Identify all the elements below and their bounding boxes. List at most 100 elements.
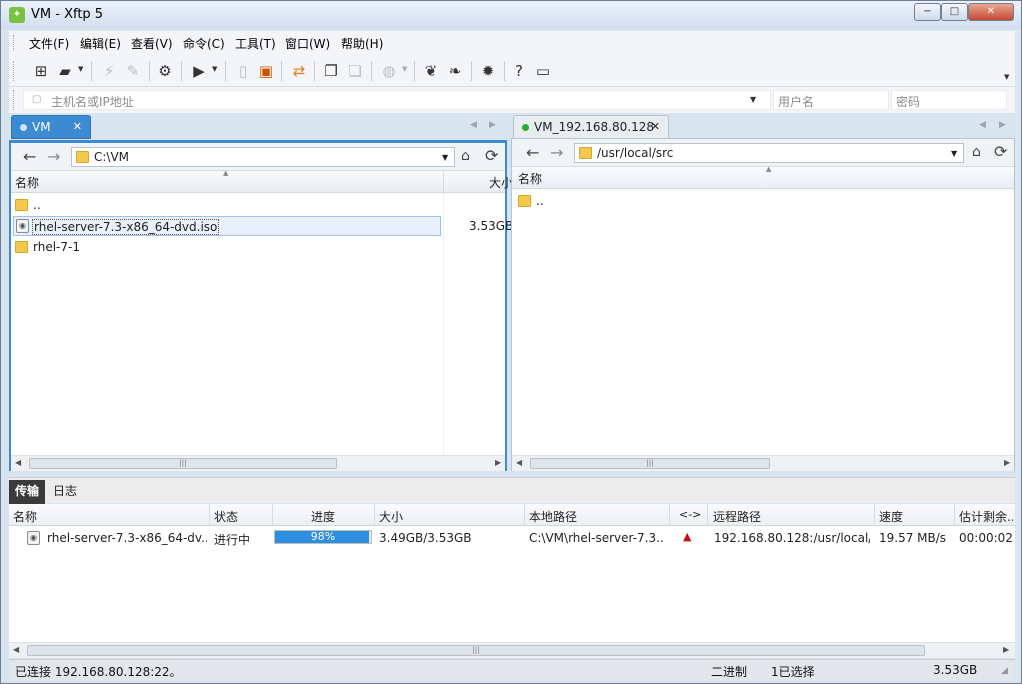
close-button[interactable]: ✕	[968, 3, 1014, 21]
globe-icon[interactable]: ◍	[379, 61, 399, 81]
file-name: rhel-7-1	[33, 240, 80, 254]
chevron-down-icon[interactable]: ▼	[78, 65, 83, 73]
column-divider[interactable]	[669, 504, 670, 526]
column-divider[interactable]	[209, 504, 210, 526]
refresh-icon[interactable]: ⟳	[485, 146, 498, 165]
column-name[interactable]: 名称	[13, 508, 37, 525]
scroll-thumb[interactable]: |||	[29, 458, 337, 469]
column-divider[interactable]	[707, 504, 708, 526]
disconnect-icon[interactable]: ✎	[123, 61, 143, 81]
column-progress[interactable]: 进度	[311, 508, 335, 525]
table-row[interactable]: ◉ rhel-server-7.3-x86_64-dv... 进行中 98% 3…	[9, 526, 1015, 550]
back-icon[interactable]: ←	[23, 147, 36, 166]
resize-grip-icon[interactable]: ◢	[1001, 666, 1008, 676]
password-input[interactable]: 密码	[891, 90, 1007, 110]
list-item[interactable]: ..	[516, 191, 1006, 211]
column-status[interactable]: 状态	[214, 508, 238, 525]
column-divider[interactable]	[443, 171, 444, 193]
local-path-input[interactable]: C:\VM ▼	[71, 147, 455, 167]
column-remote-path[interactable]: 远程路径	[713, 508, 761, 525]
back-icon[interactable]: ←	[526, 143, 539, 162]
column-divider[interactable]	[954, 504, 955, 526]
tab-scroll-left-icon[interactable]: ◀	[979, 120, 986, 130]
remote-horizontal-scrollbar[interactable]: ◀ ||| ▶	[512, 455, 1014, 471]
menu-window[interactable]: 窗口(W)	[285, 35, 330, 52]
paste-icon[interactable]: ❏	[345, 61, 365, 81]
close-icon[interactable]: ✕	[73, 116, 82, 138]
forward-icon[interactable]: →	[47, 147, 60, 166]
sync-icon[interactable]: ⇄	[289, 61, 309, 81]
open-folder-icon[interactable]: ▰	[55, 61, 75, 81]
list-item[interactable]: rhel-7-1	[13, 237, 443, 257]
list-item[interactable]: ..	[13, 195, 443, 215]
session-properties-icon[interactable]: ⚙	[155, 61, 175, 81]
tab-scroll-left-icon[interactable]: ◀	[470, 120, 477, 130]
scroll-left-icon[interactable]: ◀	[516, 458, 522, 467]
scroll-thumb[interactable]: |||	[530, 458, 770, 469]
new-folder-icon[interactable]: ⌂	[972, 144, 981, 160]
close-icon[interactable]: ✕	[651, 116, 660, 138]
column-size[interactable]: 大小	[379, 508, 403, 525]
column-name[interactable]: 名称	[15, 174, 39, 191]
column-eta[interactable]: 估计剩余...	[959, 508, 1013, 525]
column-size[interactable]: 大小	[489, 174, 513, 191]
folder-icon	[15, 199, 28, 211]
toolbar-overflow-icon[interactable]: ▼	[1004, 73, 1009, 81]
xshell-icon[interactable]: ❦	[421, 61, 441, 81]
minimize-button[interactable]: −	[914, 3, 941, 21]
chevron-down-icon[interactable]: ▼	[750, 95, 756, 104]
chevron-down-icon[interactable]: ▼	[951, 149, 957, 158]
scroll-right-icon[interactable]: ▶	[1004, 458, 1010, 467]
username-input[interactable]: 用户名	[773, 90, 889, 110]
help-icon[interactable]: ?	[509, 61, 529, 81]
tab-transfer[interactable]: 传输	[9, 480, 46, 504]
menu-tools[interactable]: 工具(T)	[235, 35, 276, 52]
column-divider[interactable]	[524, 504, 525, 526]
column-speed[interactable]: 速度	[879, 508, 903, 525]
column-divider[interactable]	[874, 504, 875, 526]
chevron-down-icon[interactable]: ▼	[212, 65, 217, 73]
menu-edit[interactable]: 编辑(E)	[80, 35, 121, 52]
column-name[interactable]: 名称	[518, 170, 542, 187]
column-divider[interactable]	[272, 504, 273, 526]
chevron-down-icon[interactable]: ▼	[402, 65, 407, 73]
forward-icon[interactable]: →	[550, 143, 563, 162]
transfer-local-path: C:\VM\rhel-server-7.3...	[529, 531, 665, 545]
column-local-path[interactable]: 本地路径	[529, 508, 577, 525]
menu-file[interactable]: 文件(F)	[29, 35, 69, 52]
tab-scroll-right-icon[interactable]: ▶	[489, 120, 496, 130]
menu-help[interactable]: 帮助(H)	[341, 35, 383, 52]
xmanager-icon[interactable]: ❧	[445, 61, 465, 81]
column-direction[interactable]: <->	[679, 508, 701, 521]
scroll-right-icon[interactable]: ▶	[495, 458, 501, 467]
refresh-icon[interactable]: ⟳	[994, 142, 1007, 161]
new-folder-icon[interactable]: ⌂	[461, 148, 470, 164]
file-icon[interactable]: ▯	[233, 61, 253, 81]
menu-view[interactable]: 查看(V)	[131, 35, 173, 52]
column-divider[interactable]	[374, 504, 375, 526]
chevron-down-icon[interactable]: ▼	[442, 153, 448, 162]
transfer-mode-icon[interactable]: ▶	[189, 61, 209, 81]
new-session-icon[interactable]: ⊞	[31, 61, 51, 81]
list-item-selected[interactable]: ◉ rhel-server-7.3-x86_64-dvd.iso	[13, 216, 441, 236]
copy-icon[interactable]: ❐	[321, 61, 341, 81]
local-horizontal-scrollbar[interactable]: ◀ ||| ▶	[11, 455, 505, 471]
scroll-left-icon[interactable]: ◀	[15, 458, 21, 467]
toolbar-separator	[314, 61, 315, 81]
menu-command[interactable]: 命令(C)	[183, 35, 225, 52]
settings-gear-icon[interactable]: ✹	[478, 61, 498, 81]
tab-scroll-right-icon[interactable]: ▶	[999, 120, 1006, 130]
tab-local-vm[interactable]: VM ✕	[11, 115, 91, 139]
remote-path-input[interactable]: /usr/local/src ▼	[574, 143, 964, 163]
scroll-right-icon[interactable]: ▶	[1003, 645, 1009, 654]
host-input[interactable]: ▢ 主机名或IP地址 ▼	[23, 90, 771, 110]
tab-remote-session[interactable]: VM_192.168.80.128 ✕	[513, 115, 669, 139]
scroll-left-icon[interactable]: ◀	[13, 645, 19, 654]
tab-log[interactable]: 日志	[47, 480, 83, 504]
transfer-horizontal-scrollbar[interactable]: ◀ ||| ▶	[9, 642, 1015, 658]
scroll-thumb[interactable]: |||	[27, 645, 925, 656]
file-transfer-icon[interactable]: ▣	[256, 61, 276, 81]
maximize-button[interactable]: □	[941, 3, 968, 21]
chat-icon[interactable]: ▭	[533, 61, 553, 81]
connect-icon[interactable]: ⚡	[99, 61, 119, 81]
